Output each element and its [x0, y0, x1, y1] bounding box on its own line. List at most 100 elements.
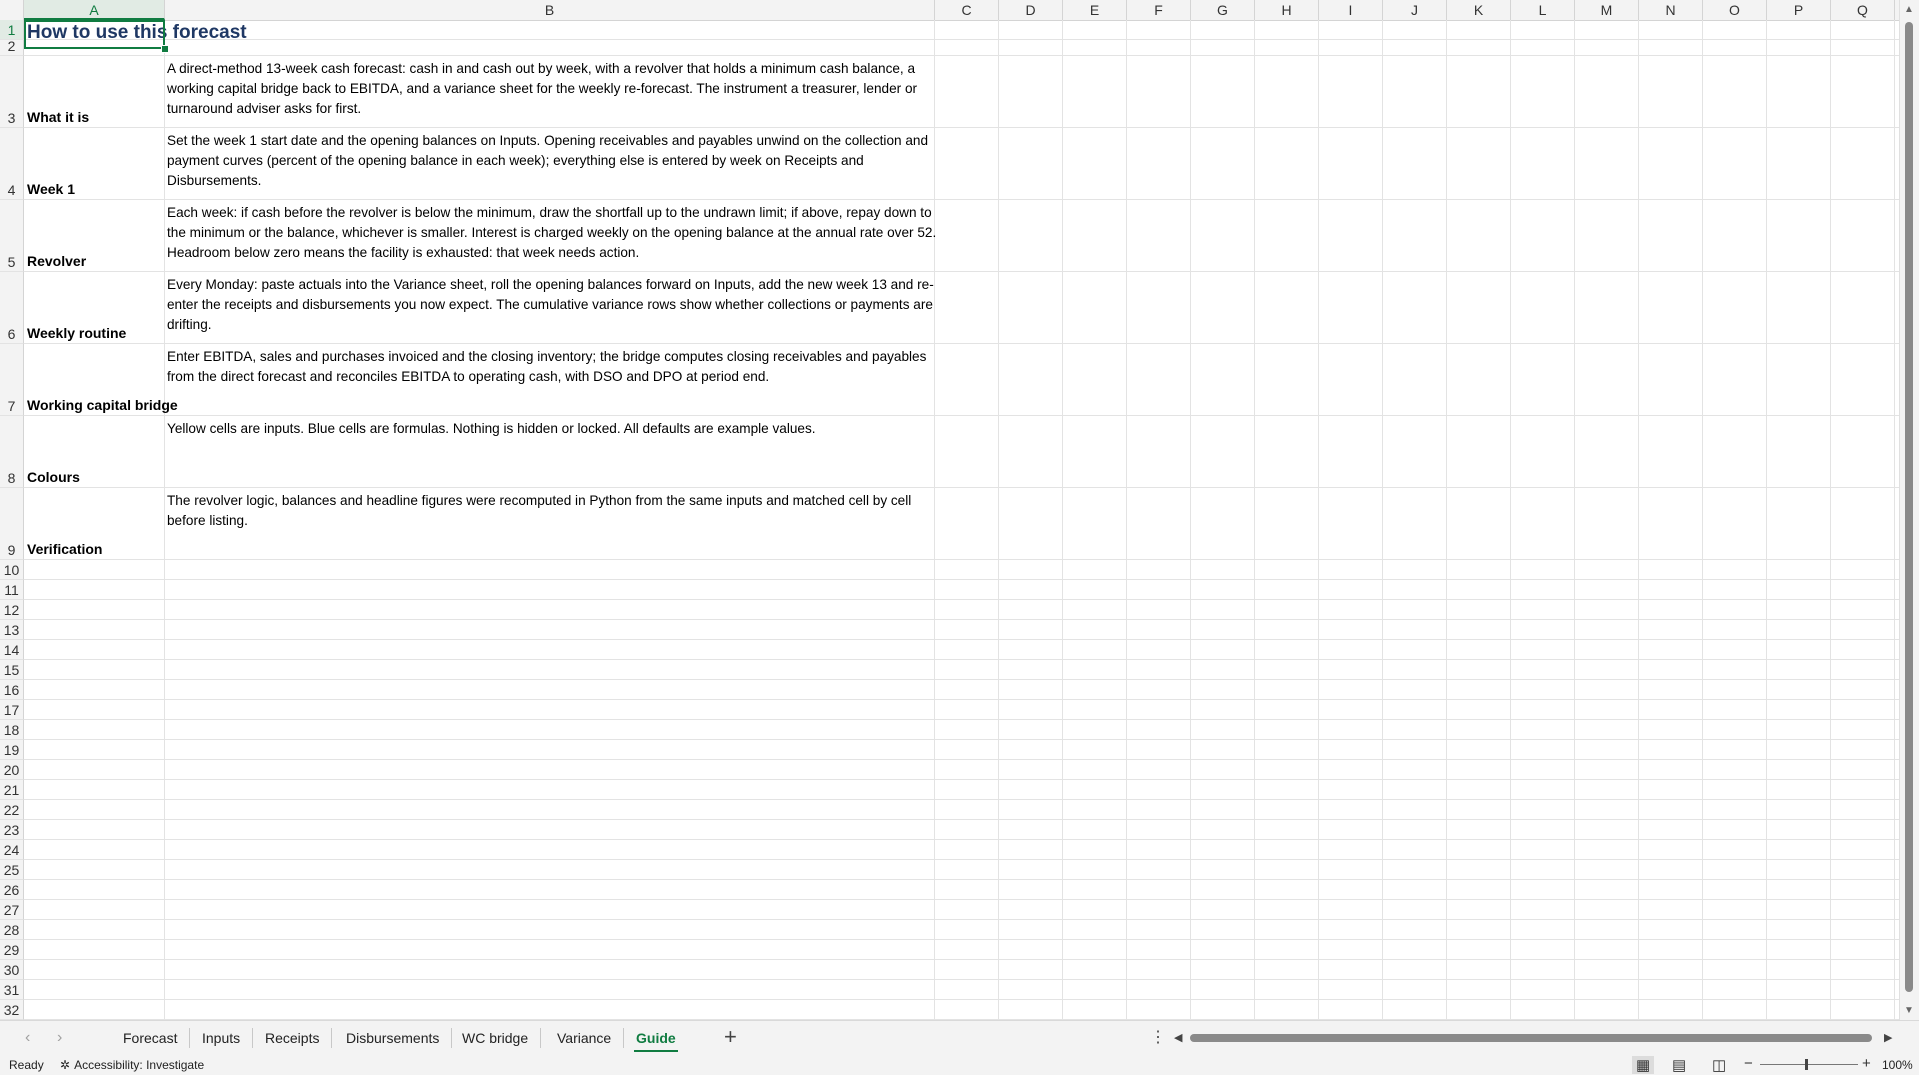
zoom-slider[interactable]	[1760, 1064, 1858, 1065]
row-30[interactable]	[24, 960, 1900, 980]
section-description[interactable]: Every Monday: paste actuals into the Var…	[167, 275, 937, 335]
column-header-l[interactable]: L	[1511, 0, 1575, 20]
section-description[interactable]: Yellow cells are inputs. Blue cells are …	[167, 419, 937, 439]
page-break-icon[interactable]: ◫	[1712, 1056, 1726, 1074]
vertical-scrollbar[interactable]: ▲ ▼	[1899, 0, 1919, 1020]
more-vertical-icon[interactable]: ⋮	[1150, 1027, 1166, 1047]
scroll-left-icon[interactable]: ◀	[1174, 1031, 1182, 1044]
horizontal-scrollbar[interactable]: ◀ ▶	[1172, 1031, 1898, 1045]
row-header-23[interactable]: 23	[0, 820, 24, 840]
row-header-19[interactable]: 19	[0, 740, 24, 760]
column-header-i[interactable]: I	[1319, 0, 1383, 20]
zoom-level[interactable]: 100%	[1882, 1058, 1913, 1072]
row-27[interactable]	[24, 900, 1900, 920]
scroll-up-icon[interactable]: ▲	[1904, 4, 1914, 15]
column-header-j[interactable]: J	[1383, 0, 1447, 20]
column-header-d[interactable]: D	[999, 0, 1063, 20]
row-header-10[interactable]: 10	[0, 560, 24, 580]
column-header-f[interactable]: F	[1127, 0, 1191, 20]
sheet-tab-wc-bridge[interactable]: WC bridge	[450, 1028, 542, 1048]
accessibility-status[interactable]: ✲ Accessibility: Investigate	[60, 1058, 204, 1072]
plus-icon[interactable]: +	[724, 1024, 737, 1050]
row-header-17[interactable]: 17	[0, 700, 24, 720]
row-header-16[interactable]: 16	[0, 680, 24, 700]
sheet-tab-disbursements[interactable]: Disbursements	[334, 1028, 453, 1048]
section-description[interactable]: Enter EBITDA, sales and purchases invoic…	[167, 347, 937, 387]
row-13[interactable]	[24, 620, 1900, 640]
column-header-h[interactable]: H	[1255, 0, 1319, 20]
row-10[interactable]	[24, 560, 1900, 580]
row-header-4[interactable]: 4	[0, 128, 24, 200]
row-28[interactable]	[24, 920, 1900, 940]
row-header-21[interactable]: 21	[0, 780, 24, 800]
row-header-29[interactable]: 29	[0, 940, 24, 960]
row-31[interactable]	[24, 980, 1900, 1000]
row-header-15[interactable]: 15	[0, 660, 24, 680]
column-header-m[interactable]: M	[1575, 0, 1639, 20]
row-17[interactable]	[24, 700, 1900, 720]
spreadsheet-grid[interactable]: ABCDEFGHIJKLMNOPQ 1 How to use this fore…	[0, 0, 1919, 1020]
column-header-c[interactable]: C	[935, 0, 999, 20]
row-header-1[interactable]: 1	[0, 20, 24, 40]
row-header-22[interactable]: 22	[0, 800, 24, 820]
row-header-12[interactable]: 12	[0, 600, 24, 620]
row-15[interactable]	[24, 660, 1900, 680]
grid-view-icon[interactable]: ▦	[1632, 1056, 1655, 1074]
row-26[interactable]	[24, 880, 1900, 900]
row-22[interactable]	[24, 800, 1900, 820]
row-23[interactable]	[24, 820, 1900, 840]
row-header-13[interactable]: 13	[0, 620, 24, 640]
row-header-3[interactable]: 3	[0, 56, 24, 128]
column-header-g[interactable]: G	[1191, 0, 1255, 20]
section-label[interactable]: Colours	[27, 469, 80, 485]
row-header-31[interactable]: 31	[0, 980, 24, 1000]
active-cell-a1[interactable]	[24, 20, 165, 49]
row-12[interactable]	[24, 600, 1900, 620]
column-header-o[interactable]: O	[1703, 0, 1767, 20]
row-20[interactable]	[24, 760, 1900, 780]
column-header-k[interactable]: K	[1447, 0, 1511, 20]
row-21[interactable]	[24, 780, 1900, 800]
row-header-18[interactable]: 18	[0, 720, 24, 740]
sheet-tab-forecast[interactable]: Forecast	[111, 1028, 191, 1048]
page-layout-icon[interactable]: ▤	[1672, 1056, 1686, 1074]
section-label[interactable]: Week 1	[27, 181, 75, 197]
sheet-tab-receipts[interactable]: Receipts	[253, 1028, 333, 1048]
row-11[interactable]	[24, 580, 1900, 600]
zoom-in-icon[interactable]: +	[1862, 1055, 1871, 1072]
column-header-a[interactable]: A	[24, 0, 165, 20]
row-header-28[interactable]: 28	[0, 920, 24, 940]
row-header-24[interactable]: 24	[0, 840, 24, 860]
chevron-right-icon[interactable]: ›	[57, 1029, 62, 1047]
row-header-25[interactable]: 25	[0, 860, 24, 880]
sheet-tab-variance[interactable]: Variance	[545, 1028, 625, 1048]
row-25[interactable]	[24, 860, 1900, 880]
section-label[interactable]: Working capital bridge	[27, 397, 178, 413]
row-29[interactable]	[24, 940, 1900, 960]
row-header-9[interactable]: 9	[0, 488, 24, 560]
row-header-11[interactable]: 11	[0, 580, 24, 600]
row-header-7[interactable]: 7	[0, 344, 24, 416]
row-24[interactable]	[24, 840, 1900, 860]
column-header-p[interactable]: P	[1767, 0, 1831, 20]
sheet-tab-inputs[interactable]: Inputs	[190, 1028, 254, 1048]
row-header-8[interactable]: 8	[0, 416, 24, 488]
row-19[interactable]	[24, 740, 1900, 760]
row-header-32[interactable]: 32	[0, 1000, 24, 1020]
column-header-b[interactable]: B	[165, 0, 935, 20]
section-description[interactable]: Set the week 1 start date and the openin…	[167, 131, 937, 191]
horizontal-scroll-thumb[interactable]	[1190, 1034, 1872, 1042]
select-all-corner[interactable]	[0, 0, 24, 20]
chevron-left-icon[interactable]: ‹	[25, 1029, 30, 1047]
row-18[interactable]	[24, 720, 1900, 740]
row-header-14[interactable]: 14	[0, 640, 24, 660]
row-header-20[interactable]: 20	[0, 760, 24, 780]
section-description[interactable]: A direct-method 13-week cash forecast: c…	[167, 59, 937, 119]
scroll-right-icon[interactable]: ▶	[1884, 1031, 1892, 1044]
row-14[interactable]	[24, 640, 1900, 660]
zoom-out-icon[interactable]: −	[1744, 1055, 1753, 1072]
row-header-6[interactable]: 6	[0, 272, 24, 344]
fill-handle[interactable]	[161, 45, 169, 53]
row-16[interactable]	[24, 680, 1900, 700]
section-label[interactable]: Revolver	[27, 253, 86, 269]
